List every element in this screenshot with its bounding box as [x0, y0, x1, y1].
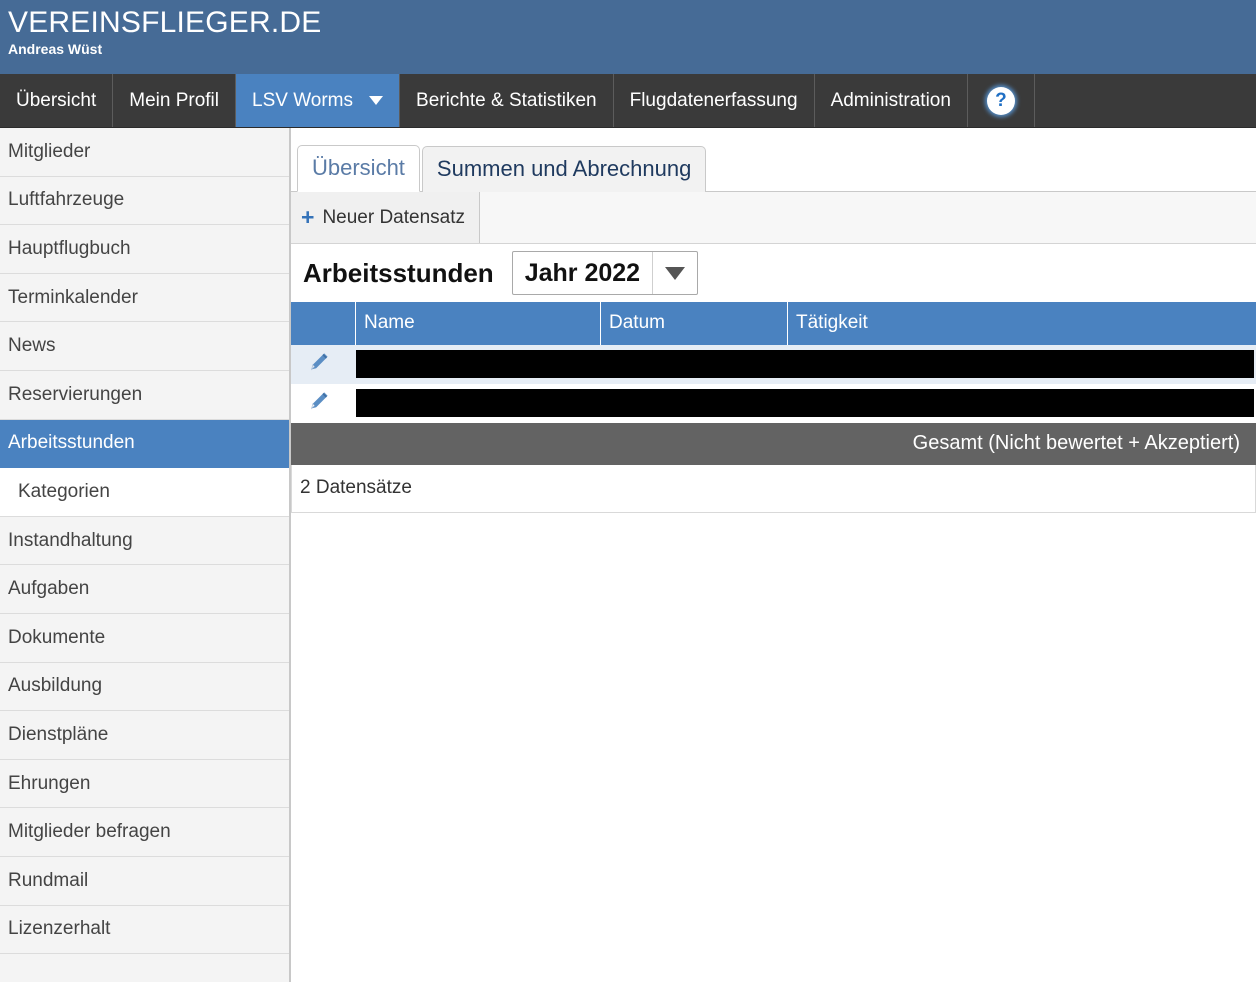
- redacted-content-cell: t: [356, 345, 1256, 384]
- content-area: Übersicht Summen und Abrechnung + Neuer …: [291, 128, 1256, 982]
- nav-item-label: LSV Worms: [252, 90, 353, 112]
- column-header-datum[interactable]: Datum: [601, 302, 788, 345]
- nav-item-label: Berichte & Statistiken: [416, 90, 597, 112]
- table-row[interactable]: t: [291, 345, 1256, 384]
- sidebar-item-label: Mitglieder: [8, 141, 90, 163]
- redaction-bar: [356, 389, 1254, 417]
- nav-item-flugdatenerfassung[interactable]: Flugdatenerfassung: [614, 74, 815, 127]
- sidebar-item-ausbildung[interactable]: Ausbildung: [0, 663, 289, 712]
- sidebar-item-hauptflugbuch[interactable]: Hauptflugbuch: [0, 225, 289, 274]
- toolbar-spacer: [480, 192, 1256, 243]
- nav-item-uebersicht[interactable]: Übersicht: [0, 74, 113, 127]
- sidebar-item-label: Dokumente: [8, 627, 105, 649]
- table-header: Name Datum Tätigkeit: [291, 302, 1256, 345]
- sidebar-item-label: Hauptflugbuch: [8, 238, 131, 260]
- sidebar-item-mitglieder-befragen[interactable]: Mitglieder befragen: [0, 808, 289, 857]
- brand-title: VEREINSFLIEGER.DE: [8, 6, 1256, 40]
- tab-uebersicht[interactable]: Übersicht: [297, 145, 420, 192]
- sidebar-item-label: Reservierungen: [8, 384, 142, 406]
- year-filter-select[interactable]: Jahr 2022: [512, 251, 698, 295]
- sidebar-item-label: Lizenzerhalt: [8, 918, 110, 940]
- nav-item-label: Übersicht: [16, 90, 96, 112]
- sidebar-item-label: Terminkalender: [8, 287, 138, 309]
- sidebar-item-dienstplaene[interactable]: Dienstpläne: [0, 711, 289, 760]
- sidebar-item-luftfahrzeuge[interactable]: Luftfahrzeuge: [0, 177, 289, 226]
- page-title: Arbeitsstunden: [303, 258, 494, 289]
- nav-item-label: Flugdatenerfassung: [630, 90, 798, 112]
- sidebar-item-empty: [0, 954, 289, 982]
- title-row: Arbeitsstunden Jahr 2022: [291, 244, 1256, 302]
- nav-item-label: Mein Profil: [129, 90, 219, 112]
- sidebar-item-label: Instandhaltung: [8, 530, 133, 552]
- sidebar-item-aufgaben[interactable]: Aufgaben: [0, 565, 289, 614]
- column-header-edit[interactable]: [291, 302, 356, 345]
- sidebar-item-rundmail[interactable]: Rundmail: [0, 857, 289, 906]
- help-icon: ?: [987, 87, 1015, 115]
- column-header-name[interactable]: Name: [356, 302, 601, 345]
- column-header-taetigkeit[interactable]: Tätigkeit: [788, 302, 1256, 345]
- toolbar: + Neuer Datensatz: [291, 192, 1256, 244]
- nav-filler: [1035, 74, 1256, 127]
- sidebar-item-news[interactable]: News: [0, 322, 289, 371]
- sidebar-item-label: News: [8, 335, 56, 357]
- sidebar-item-label: Dienstpläne: [8, 724, 108, 746]
- sidebar-item-mitglieder[interactable]: Mitglieder: [0, 128, 289, 177]
- redaction-wrapper: g: [356, 384, 1256, 423]
- tab-summen-und-abrechnung[interactable]: Summen und Abrechnung: [422, 146, 706, 192]
- nav-item-mein-profil[interactable]: Mein Profil: [113, 74, 236, 127]
- logged-in-user: Andreas Wüst: [8, 41, 1256, 58]
- main-navigation: Übersicht Mein Profil LSV Worms Berichte…: [0, 74, 1256, 128]
- new-record-button[interactable]: + Neuer Datensatz: [291, 192, 480, 243]
- table-row[interactable]: g: [291, 384, 1256, 423]
- total-label: Gesamt (Nicht bewertet + Akzeptiert): [291, 423, 1256, 465]
- sidebar-item-dokumente[interactable]: Dokumente: [0, 614, 289, 663]
- nav-item-administration[interactable]: Administration: [815, 74, 968, 127]
- year-filter-value: Jahr 2022: [513, 252, 652, 294]
- redacted-content-cell: g: [356, 384, 1256, 423]
- sidebar-item-kategorien[interactable]: Kategorien: [0, 468, 289, 517]
- sidebar-item-label: Luftfahrzeuge: [8, 189, 124, 211]
- plus-icon: +: [301, 206, 314, 229]
- edit-cell[interactable]: [291, 384, 356, 423]
- redaction-wrapper: t: [356, 345, 1256, 384]
- redaction-bar: [356, 350, 1254, 378]
- sidebar: Mitglieder Luftfahrzeuge Hauptflugbuch T…: [0, 128, 291, 982]
- sidebar-item-label: Mitglieder befragen: [8, 821, 171, 843]
- pencil-icon[interactable]: [308, 390, 330, 412]
- sidebar-item-label: Ehrungen: [8, 773, 90, 795]
- sidebar-item-instandhaltung[interactable]: Instandhaltung: [0, 517, 289, 566]
- table-body: t: [291, 345, 1256, 465]
- tab-label: Summen und Abrechnung: [437, 156, 691, 181]
- sidebar-item-label: Arbeitsstunden: [8, 432, 135, 454]
- new-record-label: Neuer Datensatz: [322, 207, 465, 229]
- sidebar-item-label: Kategorien: [18, 481, 110, 503]
- sidebar-item-terminkalender[interactable]: Terminkalender: [0, 274, 289, 323]
- nav-item-label: Administration: [831, 90, 951, 112]
- help-button[interactable]: ?: [968, 74, 1035, 127]
- tabstrip: Übersicht Summen und Abrechnung: [291, 128, 1256, 192]
- table-total-row: Gesamt (Nicht bewertet + Akzeptiert): [291, 423, 1256, 465]
- record-count: 2 Datensätze: [291, 465, 1256, 513]
- tab-label: Übersicht: [312, 155, 405, 180]
- page-body: Mitglieder Luftfahrzeuge Hauptflugbuch T…: [0, 128, 1256, 982]
- edit-cell[interactable]: [291, 345, 356, 384]
- sidebar-item-lizenzerhalt[interactable]: Lizenzerhalt: [0, 906, 289, 955]
- sidebar-item-ehrungen[interactable]: Ehrungen: [0, 760, 289, 809]
- chevron-down-icon: [652, 252, 697, 294]
- sidebar-item-label: Aufgaben: [8, 578, 89, 600]
- sidebar-item-reservierungen[interactable]: Reservierungen: [0, 371, 289, 420]
- nav-item-lsv-worms[interactable]: LSV Worms: [236, 74, 400, 127]
- nav-item-berichte-statistiken[interactable]: Berichte & Statistiken: [400, 74, 614, 127]
- arbeitsstunden-table: Name Datum Tätigkeit: [291, 302, 1256, 465]
- sidebar-item-arbeitsstunden[interactable]: Arbeitsstunden: [0, 420, 289, 469]
- pencil-icon[interactable]: [308, 351, 330, 373]
- sidebar-item-label: Ausbildung: [8, 675, 102, 697]
- brand-header: VEREINSFLIEGER.DE Andreas Wüst: [0, 0, 1256, 74]
- sidebar-item-label: Rundmail: [8, 870, 88, 892]
- chevron-down-icon: [369, 96, 383, 105]
